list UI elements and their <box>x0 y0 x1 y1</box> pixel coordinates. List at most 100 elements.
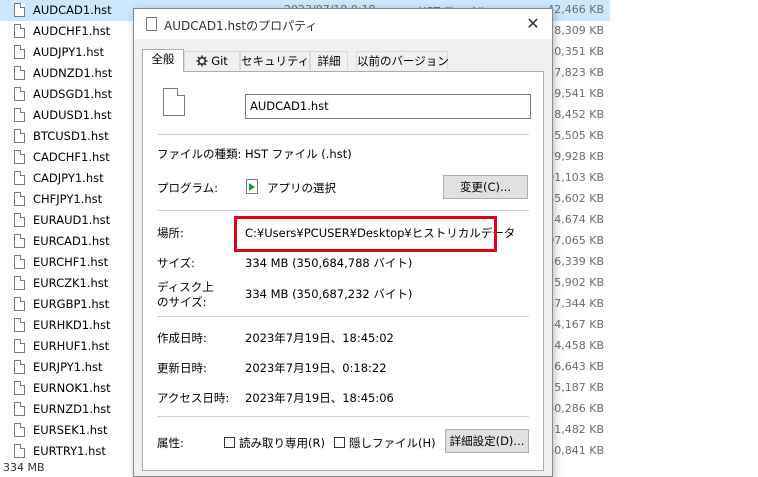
file-size: 55,505 KB <box>547 129 604 142</box>
file-icon <box>14 423 25 437</box>
file-icon <box>14 192 25 206</box>
disk-size-label-2: のサイズ: <box>157 295 207 309</box>
file-icon <box>14 234 25 248</box>
tab-general[interactable]: 全般 <box>142 49 184 72</box>
divider <box>157 416 529 417</box>
file-name: EURCHF1.hst <box>33 255 109 269</box>
tab-git-label: Git <box>211 54 228 68</box>
file-name: AUDSGD1.hst <box>33 87 112 101</box>
file-name: EURNOK1.hst <box>33 381 111 395</box>
created-label: 作成日時: <box>157 331 207 345</box>
file-size: 30,841 KB <box>547 444 604 457</box>
file-icon <box>14 150 25 164</box>
modified-value: 2023年7月19日、0:18:22 <box>245 361 387 375</box>
file-icon <box>14 3 25 17</box>
file-name: EURSEK1.hst <box>33 423 108 437</box>
filename-field[interactable]: AUDCAD1.hst <box>245 94 531 119</box>
file-name: EURHKD1.hst <box>33 318 111 332</box>
file-name: EURCZK1.hst <box>33 276 109 290</box>
app-select-icon <box>246 179 258 194</box>
file-name: AUDNZD1.hst <box>33 66 113 80</box>
file-size: 78,309 KB <box>547 24 604 37</box>
file-name: EURJPY1.hst <box>33 360 103 374</box>
file-name: AUDCAD1.hst <box>33 3 112 17</box>
file-size: 54,167 KB <box>547 318 604 331</box>
file-icon <box>14 318 25 332</box>
file-size: 51,482 KB <box>547 423 604 436</box>
program-label: プログラム: <box>157 181 219 195</box>
file-name: BTCUSD1.hst <box>33 129 109 143</box>
divider <box>157 210 529 211</box>
file-name: AUDUSD1.hst <box>33 108 112 122</box>
hidden-label: 隠しファイル(H) <box>349 436 436 450</box>
file-size: 24,458 KB <box>547 339 604 352</box>
change-button[interactable]: 変更(C)... <box>443 175 528 199</box>
status-bar-size: 334 MB <box>3 461 45 474</box>
program-value: アプリの選択 <box>267 181 336 195</box>
general-panel: AUDCAD1.hst ファイルの種類: HST ファイル (.hst) プログ… <box>142 71 544 471</box>
file-size: 79,928 KB <box>547 150 604 163</box>
file-icon <box>14 360 25 374</box>
file-size: 07,065 KB <box>547 234 604 247</box>
file-size: 80,286 KB <box>547 402 604 415</box>
accessed-value: 2023年7月19日、18:45:06 <box>245 391 394 405</box>
divider <box>157 316 529 317</box>
file-icon <box>14 339 25 353</box>
file-icon <box>14 402 25 416</box>
file-size: 35,602 KB <box>547 192 604 205</box>
file-name: AUDCHF1.hst <box>33 24 111 38</box>
file-icon <box>14 276 25 290</box>
file-size: 15,187 KB <box>547 381 604 394</box>
file-size: 36,339 KB <box>547 255 604 268</box>
attributes-label: 属性: <box>157 436 184 450</box>
dialog-titlebar[interactable]: AUDCAD1.hstのプロパティ ✕ <box>134 9 552 39</box>
tab-security[interactable]: セキュリティ <box>240 51 310 70</box>
file-name: EURTRY1.hst <box>33 444 106 458</box>
divider <box>157 134 529 135</box>
size-value: 334 MB (350,684,788 バイト) <box>245 256 413 270</box>
tab-git[interactable]: Git <box>184 51 240 70</box>
hidden-checkbox[interactable] <box>334 437 345 448</box>
file-size: 26,643 KB <box>547 360 604 373</box>
file-icon <box>163 88 185 116</box>
file-icon <box>14 108 25 122</box>
file-icon <box>14 297 25 311</box>
file-name: AUDJPY1.hst <box>33 45 104 59</box>
file-icon <box>14 171 25 185</box>
file-icon <box>14 66 25 80</box>
file-name: EURGBP1.hst <box>33 297 110 311</box>
modified-label: 更新日時: <box>157 361 207 375</box>
gear-icon <box>196 55 208 67</box>
tab-details[interactable]: 詳細 <box>310 51 348 70</box>
file-icon <box>14 213 25 227</box>
accessed-label: アクセス日時: <box>157 391 230 405</box>
tab-previous-versions[interactable]: 以前のバージョン <box>356 51 449 70</box>
file-icon <box>14 129 25 143</box>
file-name: EURNZD1.hst <box>33 402 111 416</box>
file-icon <box>14 444 25 458</box>
file-icon <box>14 24 25 38</box>
close-button[interactable]: ✕ <box>522 13 544 35</box>
disk-size-label: ディスク上 <box>157 280 214 294</box>
file-size: 74,674 KB <box>547 213 604 226</box>
disk-size-value: 334 MB (350,687,232 バイト) <box>245 287 413 301</box>
file-size: 28,452 KB <box>547 108 604 121</box>
file-size: 91,103 KB <box>547 171 604 184</box>
file-icon <box>14 45 25 59</box>
properties-dialog: AUDCAD1.hstのプロパティ ✕ 全般 Git セキュリティ 詳細 以前の… <box>133 8 553 477</box>
file-icon <box>14 255 25 269</box>
advanced-button[interactable]: 詳細設定(D)... <box>445 429 529 453</box>
file-name: CADJPY1.hst <box>33 171 104 185</box>
size-label: サイズ: <box>157 256 196 270</box>
readonly-checkbox[interactable] <box>224 437 235 448</box>
file-type-label: ファイルの種類: <box>157 147 242 161</box>
file-size: 42,466 KB <box>547 3 604 16</box>
file-size: 37,344 KB <box>547 297 604 310</box>
file-name: CHFJPY1.hst <box>33 192 103 206</box>
file-size: 49,541 KB <box>547 87 604 100</box>
location-highlight-box <box>234 216 497 252</box>
file-size: 57,823 KB <box>547 66 604 79</box>
file-icon <box>14 381 25 395</box>
dialog-title: AUDCAD1.hstのプロパティ <box>164 19 318 33</box>
file-icon <box>146 17 157 31</box>
